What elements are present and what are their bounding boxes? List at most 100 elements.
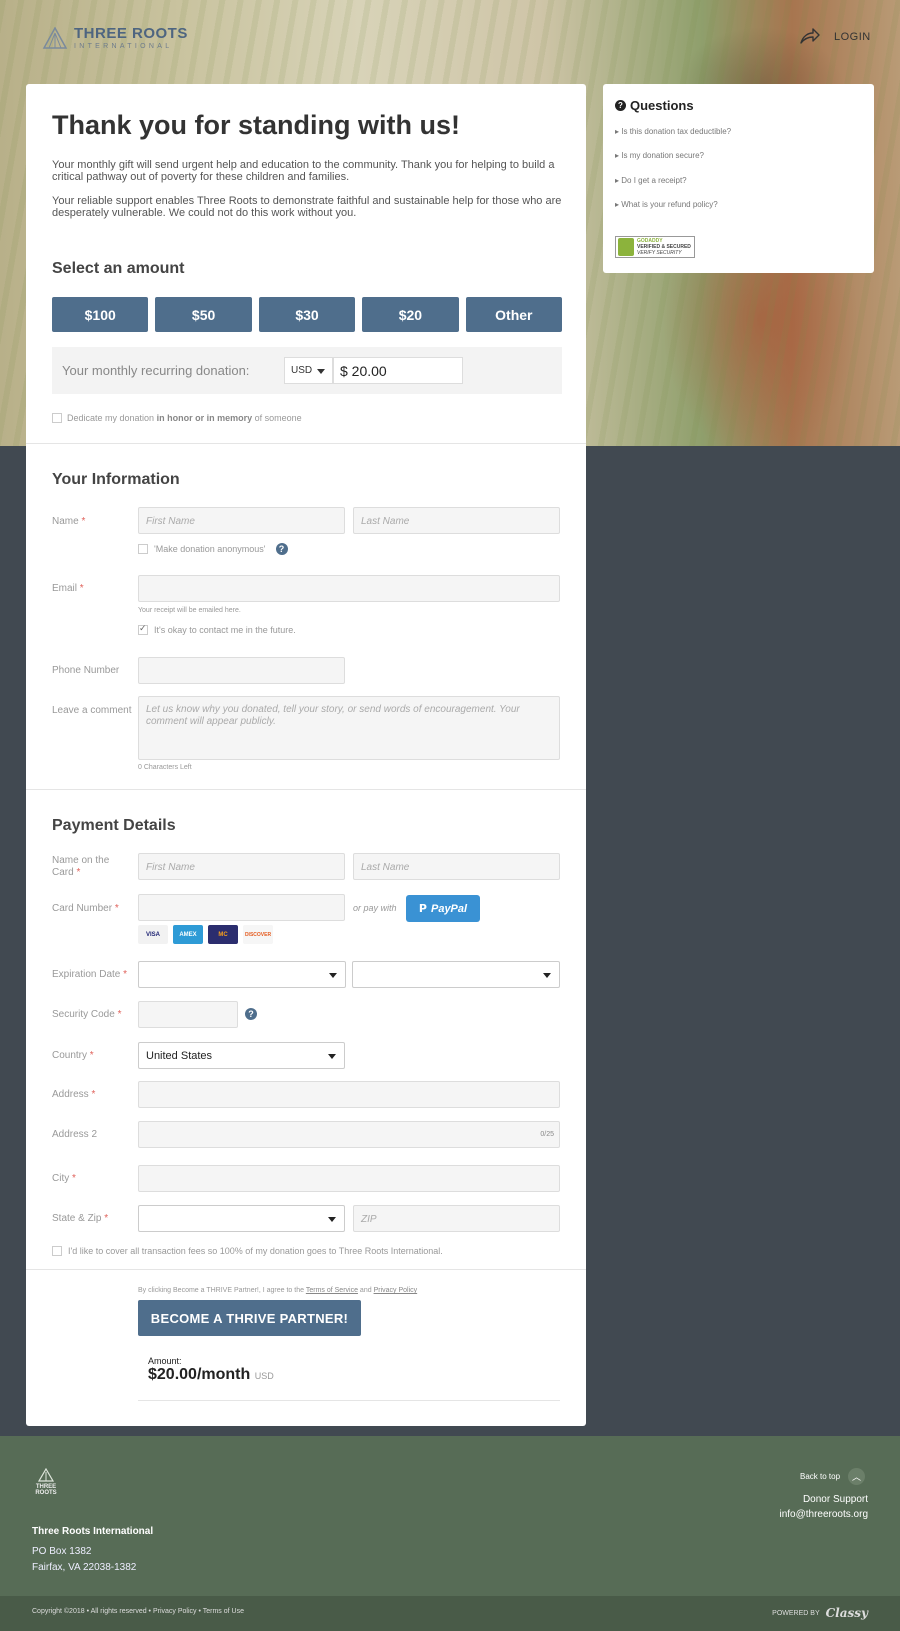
lock-icon bbox=[618, 238, 634, 256]
faq-refund-policy[interactable]: What is your refund policy? bbox=[615, 200, 718, 209]
cover-fees-option[interactable]: I'd like to cover all transaction fees s… bbox=[52, 1246, 443, 1256]
footer-logo[interactable]: THREE ROOTS bbox=[34, 1467, 58, 1496]
logo-tree-icon bbox=[37, 1467, 55, 1482]
security-code-input[interactable] bbox=[138, 1001, 238, 1028]
dedicate-option[interactable]: Dedicate my donation in honor or in memo… bbox=[52, 413, 302, 423]
security-code-label: Security Code * bbox=[52, 1009, 122, 1020]
first-name-input[interactable]: First Name bbox=[138, 507, 345, 534]
characters-left: 0 Characters Left bbox=[138, 764, 192, 771]
amount-input[interactable]: $ 20.00 bbox=[333, 357, 463, 384]
chevron-down-icon bbox=[329, 973, 337, 978]
intro-paragraph-1: Your monthly gift will send urgent help … bbox=[52, 159, 555, 183]
name-label: Name * bbox=[52, 516, 86, 527]
donor-support-label: Donor Support bbox=[802, 1494, 868, 1505]
amount-100-button[interactable]: $100 bbox=[52, 297, 149, 332]
footer-address-line-1: PO Box 1382 bbox=[32, 1546, 92, 1557]
mastercard-icon: MC bbox=[208, 925, 238, 944]
discover-icon: DISCOVER bbox=[243, 925, 273, 944]
privacy-policy-link[interactable]: Privacy Policy bbox=[374, 1287, 418, 1294]
expiration-label: Expiration Date * bbox=[52, 969, 128, 980]
expiration-year-select[interactable] bbox=[352, 961, 560, 988]
question-circle-icon: ? bbox=[615, 100, 626, 111]
paypal-row: or pay with 𝗣 PayPal bbox=[26, 895, 586, 922]
godaddy-seal[interactable]: GODADDY VERIFIED & SECURED VERIFY SECURI… bbox=[615, 236, 695, 258]
paypal-button[interactable]: 𝗣 PayPal bbox=[406, 895, 480, 922]
copyright-text: Copyright ©2018 • All rights reserved • … bbox=[32, 1608, 244, 1615]
amount-50-button[interactable]: $50 bbox=[155, 297, 252, 332]
anonymous-checkbox[interactable] bbox=[138, 544, 148, 554]
divider bbox=[26, 1269, 586, 1270]
state-select[interactable] bbox=[138, 1205, 345, 1232]
cover-fees-checkbox[interactable] bbox=[52, 1246, 62, 1256]
address-field[interactable] bbox=[138, 1081, 560, 1108]
donation-form-card: Thank you for standing with us! Your mon… bbox=[26, 84, 586, 1426]
address2-field[interactable]: 0/25 bbox=[138, 1121, 560, 1148]
footer-address-line-2: Fairfax, VA 22038-1382 bbox=[32, 1562, 137, 1573]
email-hint: Your receipt will be emailed here. bbox=[138, 607, 241, 614]
card-first-name-input[interactable]: First Name bbox=[138, 853, 345, 880]
phone-label: Phone Number bbox=[52, 665, 120, 676]
help-icon[interactable]: ? bbox=[275, 543, 288, 555]
login-link[interactable]: LOGIN bbox=[834, 31, 871, 43]
anonymous-option[interactable]: 'Make donation anonymous' ? bbox=[138, 543, 288, 555]
back-to-top-link[interactable]: Back to top ︿ bbox=[800, 1468, 866, 1485]
share-icon[interactable] bbox=[800, 28, 820, 44]
chevron-down-icon bbox=[328, 1217, 336, 1222]
amount-caption: Amount: bbox=[148, 1356, 182, 1366]
last-name-input[interactable]: Last Name bbox=[353, 507, 560, 534]
select-amount-heading: Select an amount bbox=[52, 260, 185, 277]
country-select[interactable]: United States bbox=[138, 1042, 345, 1069]
footer-org-name: Three Roots International bbox=[32, 1526, 154, 1537]
intro-paragraph-2: Your reliable support enables Three Root… bbox=[52, 195, 562, 219]
paypal-icon: 𝗣 bbox=[418, 903, 427, 915]
faq-receipt[interactable]: Do I get a receipt? bbox=[615, 176, 686, 185]
help-icon[interactable]: ? bbox=[245, 1008, 257, 1020]
city-label: City * bbox=[52, 1173, 76, 1184]
card-name-label: Name on the Card * bbox=[52, 855, 110, 878]
chevron-down-icon bbox=[328, 1054, 336, 1059]
state-zip-label: State & Zip * bbox=[52, 1213, 109, 1224]
address-label: Address * bbox=[52, 1089, 96, 1100]
amount-total: $20.00/month USD bbox=[148, 1366, 274, 1383]
logo[interactable]: THREE ROOTS INTERNATIONAL bbox=[42, 26, 188, 50]
classy-logo[interactable]: Classy bbox=[826, 1606, 868, 1620]
payment-details-heading: Payment Details bbox=[52, 817, 176, 834]
visa-icon: VISA bbox=[138, 925, 168, 944]
address2-label: Address 2 bbox=[52, 1129, 98, 1140]
city-field[interactable] bbox=[138, 1165, 560, 1192]
amount-30-button[interactable]: $30 bbox=[258, 297, 356, 332]
chevron-up-icon: ︿ bbox=[848, 1468, 866, 1485]
card-last-name-input[interactable]: Last Name bbox=[353, 853, 560, 880]
divider bbox=[26, 789, 586, 790]
terms-of-service-link[interactable]: Terms of Service bbox=[306, 1287, 358, 1294]
expiration-month-select[interactable] bbox=[138, 961, 346, 988]
address2-counter: 0/25 bbox=[540, 1131, 554, 1138]
divider bbox=[138, 1400, 560, 1401]
email-field[interactable] bbox=[138, 575, 560, 602]
support-email-link[interactable]: info@threeroots.org bbox=[779, 1509, 868, 1520]
logo-name: THREE ROOTS bbox=[74, 25, 188, 42]
faq-tax-deductible[interactable]: Is this donation tax deductible? bbox=[615, 127, 731, 136]
phone-field[interactable] bbox=[138, 657, 345, 684]
currency-select[interactable]: USD bbox=[284, 357, 333, 384]
amount-20-button[interactable]: $20 bbox=[362, 297, 459, 332]
footer: THREE ROOTS Three Roots International PO… bbox=[0, 1436, 900, 1596]
comment-label: Leave a comment bbox=[52, 705, 132, 716]
page-title: Thank you for standing with us! bbox=[52, 110, 460, 140]
faq-secure[interactable]: Is my donation secure? bbox=[615, 151, 704, 160]
email-label: Email * bbox=[52, 583, 84, 594]
contact-option[interactable]: It's okay to contact me in the future. bbox=[138, 623, 296, 635]
amex-icon: AMEX bbox=[173, 925, 203, 944]
chevron-down-icon bbox=[543, 973, 551, 978]
country-label: Country * bbox=[52, 1050, 94, 1061]
recurring-label: Your monthly recurring donation: bbox=[62, 363, 250, 378]
become-thrive-partner-button[interactable]: BECOME A THRIVE PARTNER! bbox=[138, 1300, 361, 1336]
card-logos: VISA AMEX MC DISCOVER bbox=[138, 925, 273, 944]
dedicate-checkbox[interactable] bbox=[52, 413, 62, 423]
amount-other-button[interactable]: Other bbox=[465, 297, 563, 332]
contact-checkbox[interactable] bbox=[138, 623, 148, 635]
zip-field[interactable]: ZIP bbox=[353, 1205, 560, 1232]
recurring-donation-box: Your monthly recurring donation: USD $ 2… bbox=[52, 347, 562, 394]
divider bbox=[26, 443, 586, 444]
comment-textarea[interactable]: Let us know why you donated, tell your s… bbox=[138, 696, 560, 760]
